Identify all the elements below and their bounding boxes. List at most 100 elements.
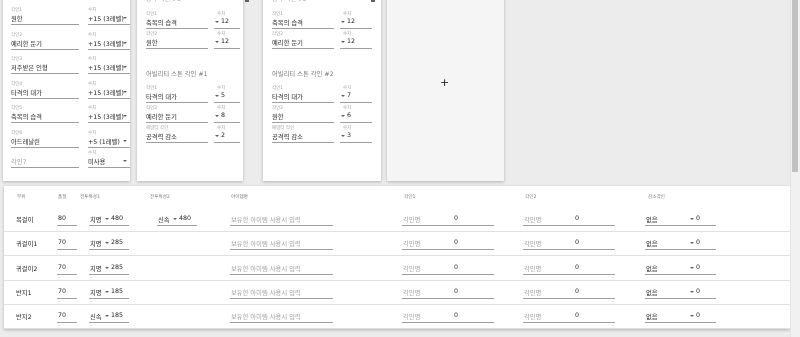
engraving-select[interactable]: 축복의 습격 <box>146 18 177 27</box>
scrollbar-thumb[interactable] <box>792 0 798 172</box>
engraving-select[interactable]: 예리한 둔기 <box>146 112 177 121</box>
engraving1-value-input[interactable]: 0 <box>454 264 458 271</box>
engraving-value-select[interactable]: 3 <box>347 132 351 139</box>
stat2-value[interactable]: 480 <box>179 215 191 222</box>
engraving-select[interactable]: 예리한 둔기 <box>11 39 42 48</box>
engraving2-name-input[interactable]: 각인명 <box>524 288 541 297</box>
item-name-input[interactable]: 보유한 아이템 사용시 입력 <box>231 264 301 273</box>
stat1-value[interactable]: 185 <box>111 312 123 319</box>
stat1-select[interactable]: 치명 <box>90 264 102 273</box>
engraving1-name-input[interactable]: 각인명 <box>403 312 420 321</box>
engraving-value-select[interactable]: 12 <box>221 38 229 45</box>
engraving2-name-input[interactable]: 각인명 <box>524 215 541 224</box>
equipped-engraving-set-2: 장착 각인 #2각인1축복의 습격수치12각인2예리한 둔기수치12어빌리티 스… <box>263 0 381 181</box>
engraving-select[interactable]: 공격력 감소 <box>272 132 303 141</box>
chevron-down-icon <box>123 66 127 69</box>
stat1-value[interactable]: 480 <box>111 215 123 222</box>
engraving-select[interactable]: 공격력 감소 <box>146 132 177 141</box>
engraving2-value-input[interactable]: 0 <box>575 288 579 295</box>
engraving-select[interactable]: 원한 <box>11 14 23 23</box>
debuff-select[interactable]: 없음 <box>646 239 658 248</box>
engraving1-value-input[interactable]: 0 <box>454 239 458 246</box>
engraving-value-select[interactable]: 6 <box>347 112 351 119</box>
engraving-level-select[interactable]: +15 (3레벨) <box>88 112 124 121</box>
engraving-value-select[interactable]: 7 <box>347 92 351 99</box>
engraving2-name-input[interactable]: 각인명 <box>524 239 541 248</box>
part-label: 반지1 <box>16 289 32 297</box>
engraving-select[interactable]: 예리한 둔기 <box>272 38 303 47</box>
stat1-value[interactable]: 185 <box>111 288 123 295</box>
debuff-select[interactable]: 없음 <box>646 288 658 297</box>
engraving-value-select[interactable]: 12 <box>347 18 355 25</box>
add-engraving-set-card[interactable]: + <box>387 0 504 181</box>
engraving2-value-input[interactable]: 0 <box>575 312 579 319</box>
quality-input[interactable]: 80 <box>58 215 66 222</box>
engraving2-value-input[interactable]: 0 <box>575 264 579 271</box>
item-name-input[interactable]: 보유한 아이템 사용시 입력 <box>231 312 301 321</box>
engraving1-value-input[interactable]: 0 <box>454 312 458 319</box>
debuff-value[interactable]: 0 <box>696 264 700 271</box>
debuff-value[interactable]: 0 <box>696 312 700 319</box>
item-name-input[interactable]: 보유한 아이템 사용시 입력 <box>231 239 301 248</box>
quality-input[interactable]: 70 <box>58 288 66 295</box>
stat1-select[interactable]: 신속 <box>90 312 102 321</box>
engraving-level-select[interactable]: +15 (3레벨) <box>88 63 124 72</box>
debuff-select[interactable]: 없음 <box>646 215 658 224</box>
engraving-value-select[interactable]: 12 <box>347 38 355 45</box>
engraving-select[interactable]: 아드레날린 <box>11 137 40 146</box>
engraving1-name-input[interactable]: 각인명 <box>403 215 420 224</box>
engraving-select-empty[interactable]: 각인7 <box>11 157 27 166</box>
engraving1-value-input[interactable]: 0 <box>454 215 458 222</box>
engraving-value-select[interactable]: 8 <box>221 112 225 119</box>
engraving-level-select[interactable]: +15 (3레벨) <box>88 14 124 23</box>
engraving-select[interactable]: 타격의 대가 <box>11 88 42 97</box>
quality-input[interactable]: 70 <box>58 312 66 319</box>
debuff-select[interactable]: 없음 <box>646 264 658 273</box>
debuff-value[interactable]: 0 <box>696 215 700 222</box>
debuff-select[interactable]: 없음 <box>646 312 658 321</box>
engraving-level-select[interactable]: 미사용 <box>88 157 105 166</box>
engraving-select[interactable]: 축복의 습격 <box>272 18 303 27</box>
engraving2-name-input[interactable]: 각인명 <box>524 312 541 321</box>
delete-icon[interactable] <box>245 0 249 2</box>
engraving1-name-input[interactable]: 각인명 <box>403 264 420 273</box>
stat1-select[interactable]: 치명 <box>90 239 102 248</box>
debuff-value[interactable]: 0 <box>696 239 700 246</box>
engraving1-name-input[interactable]: 각인명 <box>403 239 420 248</box>
engraving-select[interactable]: 축복의 습격 <box>11 112 42 121</box>
value-underline <box>214 142 240 143</box>
stat1-select[interactable]: 치명 <box>90 215 102 224</box>
engraving1-value-input[interactable]: 0 <box>454 288 458 295</box>
engraving-label: 각인1 <box>11 8 23 13</box>
engraving-underline <box>11 122 79 124</box>
engraving-level-select[interactable]: +5 (1레벨) <box>88 137 120 146</box>
stat1-select[interactable]: 치명 <box>90 288 102 297</box>
engraving-value-select[interactable]: 2 <box>221 132 225 139</box>
chevron-down-icon <box>215 95 219 97</box>
engraving-level-select[interactable]: +15 (3레벨) <box>88 88 124 97</box>
engraving-select[interactable]: 타격의 대가 <box>146 92 177 101</box>
engraving-underline <box>272 48 334 49</box>
engraving1-name-input[interactable]: 각인명 <box>403 288 420 297</box>
quality-input[interactable]: 70 <box>58 239 66 246</box>
stat2-select[interactable]: 신속 <box>158 215 170 224</box>
item-name-input[interactable]: 보유한 아이템 사용시 입력 <box>231 288 301 297</box>
engraving2-name-input[interactable]: 각인명 <box>524 264 541 273</box>
engraving-select[interactable]: 원한 <box>146 38 158 47</box>
engraving-value-select[interactable]: 5 <box>221 92 225 99</box>
delete-icon[interactable] <box>371 0 375 2</box>
engraving-select[interactable]: 타격의 대가 <box>272 92 303 101</box>
stat1-value[interactable]: 285 <box>111 239 123 246</box>
stat1-value[interactable]: 285 <box>111 264 123 271</box>
engraving-level-select[interactable]: +15 (3레벨) <box>88 39 124 48</box>
engraving2-value-input[interactable]: 0 <box>575 239 579 246</box>
engraving2-value-input[interactable]: 0 <box>575 215 579 222</box>
debuff-value[interactable]: 0 <box>696 288 700 295</box>
engraving-select[interactable]: 저주받은 인형 <box>11 63 48 72</box>
item-name-input[interactable]: 보유한 아이템 사용시 입력 <box>231 215 301 224</box>
quality-input[interactable]: 70 <box>58 264 66 271</box>
engraving-value-select[interactable]: 12 <box>221 18 229 25</box>
value-underline <box>340 142 372 143</box>
scrollbar[interactable] <box>790 0 800 337</box>
engraving-select[interactable]: 원한 <box>272 112 284 121</box>
